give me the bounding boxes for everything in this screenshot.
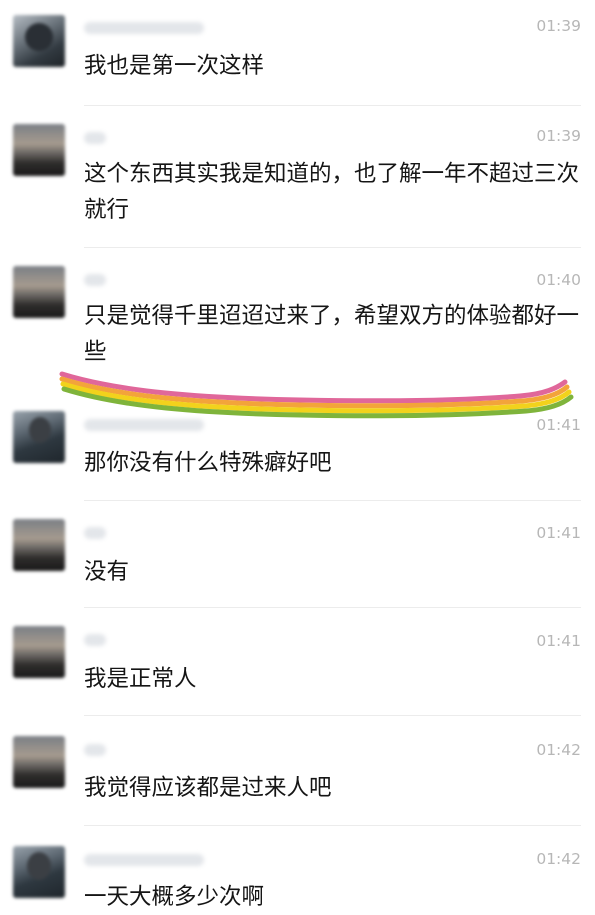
- sender-name: [84, 744, 106, 756]
- sender-name: [84, 527, 106, 539]
- sender-name: [84, 419, 204, 431]
- avatar[interactable]: [13, 124, 65, 176]
- message-text: 没有: [84, 559, 130, 585]
- avatar[interactable]: [13, 15, 65, 67]
- message-time: 01:40: [536, 271, 581, 289]
- message-text: 我是正常人: [84, 666, 197, 692]
- message-time: 01:41: [536, 632, 581, 650]
- chat-message[interactable]: 01:39 这个东西其实我是知道的，也了解一年不超过三次就行: [0, 106, 595, 247]
- message-text: 我觉得应该都是过来人吧: [84, 775, 332, 801]
- message-text: 我也是第一次这样: [84, 53, 265, 79]
- chat-message[interactable]: 01:41 我是正常人: [0, 608, 595, 715]
- sender-name: [84, 274, 106, 286]
- message-time: 01:42: [536, 741, 581, 759]
- avatar[interactable]: [13, 519, 65, 571]
- message-text: 一天大概多少次啊: [84, 884, 265, 910]
- chat-message[interactable]: 01:41 那你没有什么特殊癖好吧: [0, 403, 595, 499]
- sender-name: [84, 22, 204, 34]
- chat-message[interactable]: 01:41 没有: [0, 501, 595, 607]
- sender-name: [84, 634, 106, 646]
- chat-message[interactable]: 01:40 只是觉得千里迢迢过来了，希望双方的体验都好一些: [0, 248, 595, 403]
- message-time: 01:41: [536, 524, 581, 542]
- avatar[interactable]: [13, 266, 65, 318]
- message-time: 01:39: [536, 127, 581, 145]
- avatar[interactable]: [13, 846, 65, 898]
- avatar[interactable]: [13, 626, 65, 678]
- message-text: 只是觉得千里迢迢过来了，希望双方的体验都好一些: [84, 303, 580, 365]
- avatar[interactable]: [13, 736, 65, 788]
- chat-message[interactable]: 01:39 我也是第一次这样: [0, 0, 595, 105]
- message-time: 01:41: [536, 416, 581, 434]
- sender-name: [84, 854, 204, 866]
- chat-message[interactable]: 01:42 我觉得应该都是过来人吧: [0, 716, 595, 825]
- sender-name: [84, 132, 106, 144]
- message-text: 这个东西其实我是知道的，也了解一年不超过三次就行: [84, 161, 580, 223]
- message-time: 01:39: [536, 17, 581, 35]
- message-time: 01:42: [536, 850, 581, 868]
- avatar[interactable]: [13, 411, 65, 463]
- chat-message[interactable]: 01:42 一天大概多少次啊: [0, 826, 595, 915]
- message-text: 那你没有什么特殊癖好吧: [84, 450, 332, 476]
